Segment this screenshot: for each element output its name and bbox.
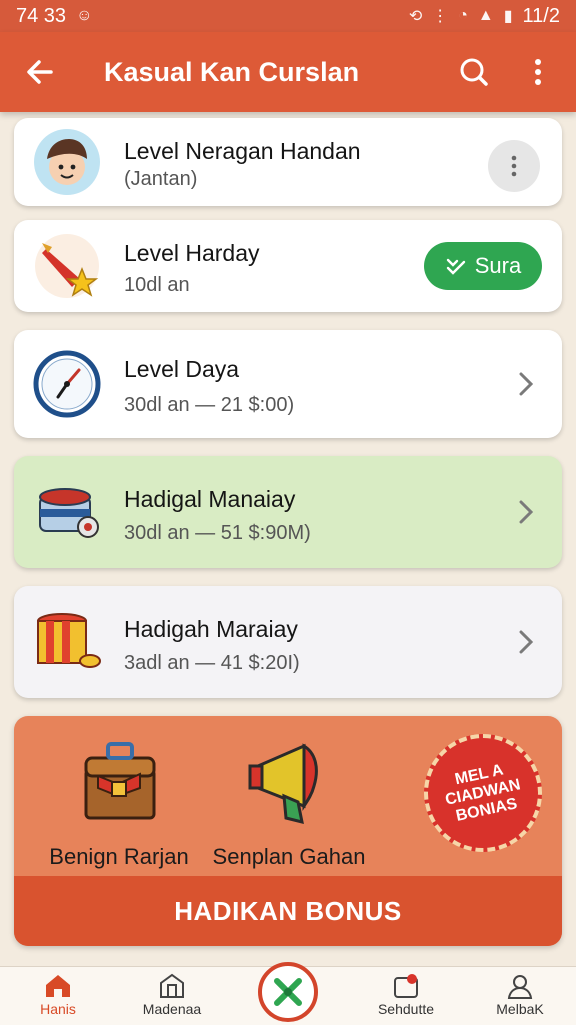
chevron-right-icon	[519, 500, 534, 524]
nav-label: Sehdutte	[377, 1001, 435, 1017]
item-title: Level Daya	[124, 356, 240, 382]
sura-button[interactable]: Sura	[424, 242, 542, 290]
check-arrows-icon	[446, 258, 465, 275]
nav-item-sehdutte[interactable]: Sehdutte	[356, 973, 456, 1017]
hadikan-bonus-button[interactable]: HADIKAN BONUS	[14, 876, 562, 946]
list-item-hadigal-manaiay[interactable]: Hadigal Manaiay 30dl an — 51 $:90M)	[14, 456, 562, 568]
drum-gift-icon	[32, 607, 102, 677]
chevron-right-icon	[519, 372, 534, 396]
list-item-level-neragan[interactable]: Level Neragan Handan (Jantan)	[14, 118, 562, 206]
item-subtitle: 10dl an	[124, 274, 190, 296]
list-item-hadigah-maraiay[interactable]: Hadigah Maraiay 3adl an — 41 $:20I)	[14, 586, 562, 698]
nav-label: MelbaK	[496, 1001, 544, 1017]
bonus-mid-label: Senplan Gahan	[212, 844, 366, 869]
bonus-left-label: Benign Rarjan	[49, 844, 189, 869]
item-subtitle: 30dl an — 21 $:00)	[124, 394, 295, 416]
search-button[interactable]	[456, 54, 492, 90]
overflow-menu-button[interactable]	[520, 54, 556, 90]
status-right-text: 11/2	[522, 4, 560, 27]
wifi-icon: ◔	[458, 7, 468, 24]
item-more-button[interactable]	[488, 140, 540, 192]
item-title: Level Harday	[124, 240, 260, 266]
status-time: 74 33	[16, 4, 67, 27]
nav-label: Hanis	[40, 1001, 76, 1017]
list-item-level-harday[interactable]: Level Harday 10dl an Sura	[14, 220, 562, 312]
calendar-icon	[394, 974, 418, 998]
nav-label: Madenaa	[142, 1001, 202, 1017]
profile-icon	[507, 975, 533, 999]
nav-item-hanis[interactable]: Hanis	[8, 973, 108, 1017]
sura-label: Sura	[474, 253, 522, 278]
bonus-item-megaphone[interactable]: Senplan Gahan	[204, 736, 374, 870]
back-button[interactable]	[20, 52, 60, 92]
avatar	[32, 127, 102, 197]
emoji-status-icon: ☺	[76, 7, 93, 24]
battery-icon: ▮	[503, 8, 513, 25]
building-icon	[160, 973, 184, 998]
signal-extra-icon: ⋮	[432, 8, 449, 25]
item-subtitle: 30dl an — 51 $:90M)	[124, 522, 311, 544]
more-vertical-icon	[511, 155, 517, 177]
list-item-level-daya[interactable]: Level Daya 30dl an — 21 $:00)	[14, 330, 562, 438]
item-title: Level Neragan Handan	[124, 138, 361, 164]
app-bar: Kasual Kan Curslan	[0, 32, 576, 112]
bonus-panel: Benign Rarjan Senplan Gahan MEL A CIADWA…	[14, 716, 562, 946]
treasure-chest-icon	[84, 742, 156, 820]
cellular-icon: ▲	[477, 7, 494, 24]
more-vertical-icon	[535, 59, 541, 85]
vibrate-icon: ⟲	[408, 8, 423, 25]
clock-icon	[32, 349, 102, 419]
item-title: Hadigal Manaiay	[124, 486, 296, 512]
cross-tools-icon	[274, 978, 302, 1006]
tin-can-icon	[32, 477, 102, 547]
arrow-left-icon	[27, 60, 53, 84]
chevron-right-icon	[519, 630, 534, 654]
home-icon	[46, 975, 70, 997]
bonus-item-treasure[interactable]: Benign Rarjan	[34, 736, 204, 870]
rocket-star-icon	[32, 231, 102, 301]
item-subtitle: (Jantan)	[124, 168, 198, 190]
bonus-badge-seal: MEL A CIADWAN BONIAS	[413, 723, 553, 863]
center-action-button[interactable]	[258, 962, 318, 1022]
item-subtitle: 3adl an — 41 $:20I)	[124, 652, 300, 674]
nav-item-melbak[interactable]: MelbaK	[470, 973, 570, 1017]
page-title: Kasual Kan Curslan	[104, 56, 360, 87]
status-bar: 74 33 ☺ ⟲ ⋮ ◔ ▲ ▮ 11/2	[0, 0, 576, 32]
search-icon	[460, 58, 488, 86]
nav-item-madenaa[interactable]: Madenaa	[122, 973, 222, 1017]
megaphone-icon	[248, 743, 318, 825]
item-title: Hadigah Maraiay	[124, 616, 298, 642]
